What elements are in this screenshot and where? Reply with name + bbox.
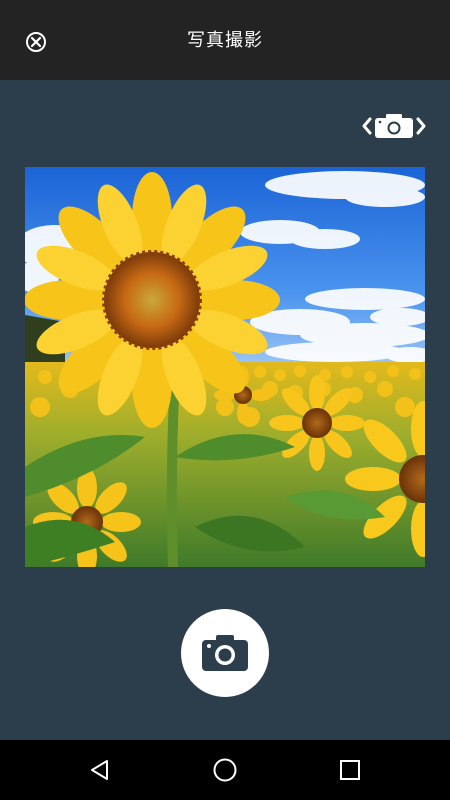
shutter-button[interactable] (181, 609, 269, 697)
page-title: 写真撮影 (187, 30, 263, 51)
square-recents-icon (340, 760, 360, 780)
triangle-back-icon (91, 760, 108, 780)
back-button[interactable] (80, 750, 120, 790)
recents-button[interactable] (330, 750, 370, 790)
sunflower-field-photo (25, 167, 425, 567)
system-navigation-bar (0, 740, 450, 800)
camera-icon (202, 635, 248, 671)
switch-camera-button[interactable] (360, 110, 428, 142)
camera-preview[interactable] (25, 167, 425, 567)
home-button[interactable] (205, 750, 245, 790)
top-app-bar: 写真撮影 (0, 0, 450, 80)
switch-camera-icon[interactable] (361, 111, 427, 141)
circle-home-icon (213, 758, 237, 782)
close-circle-icon[interactable] (25, 31, 47, 53)
close-button[interactable] (22, 28, 50, 56)
